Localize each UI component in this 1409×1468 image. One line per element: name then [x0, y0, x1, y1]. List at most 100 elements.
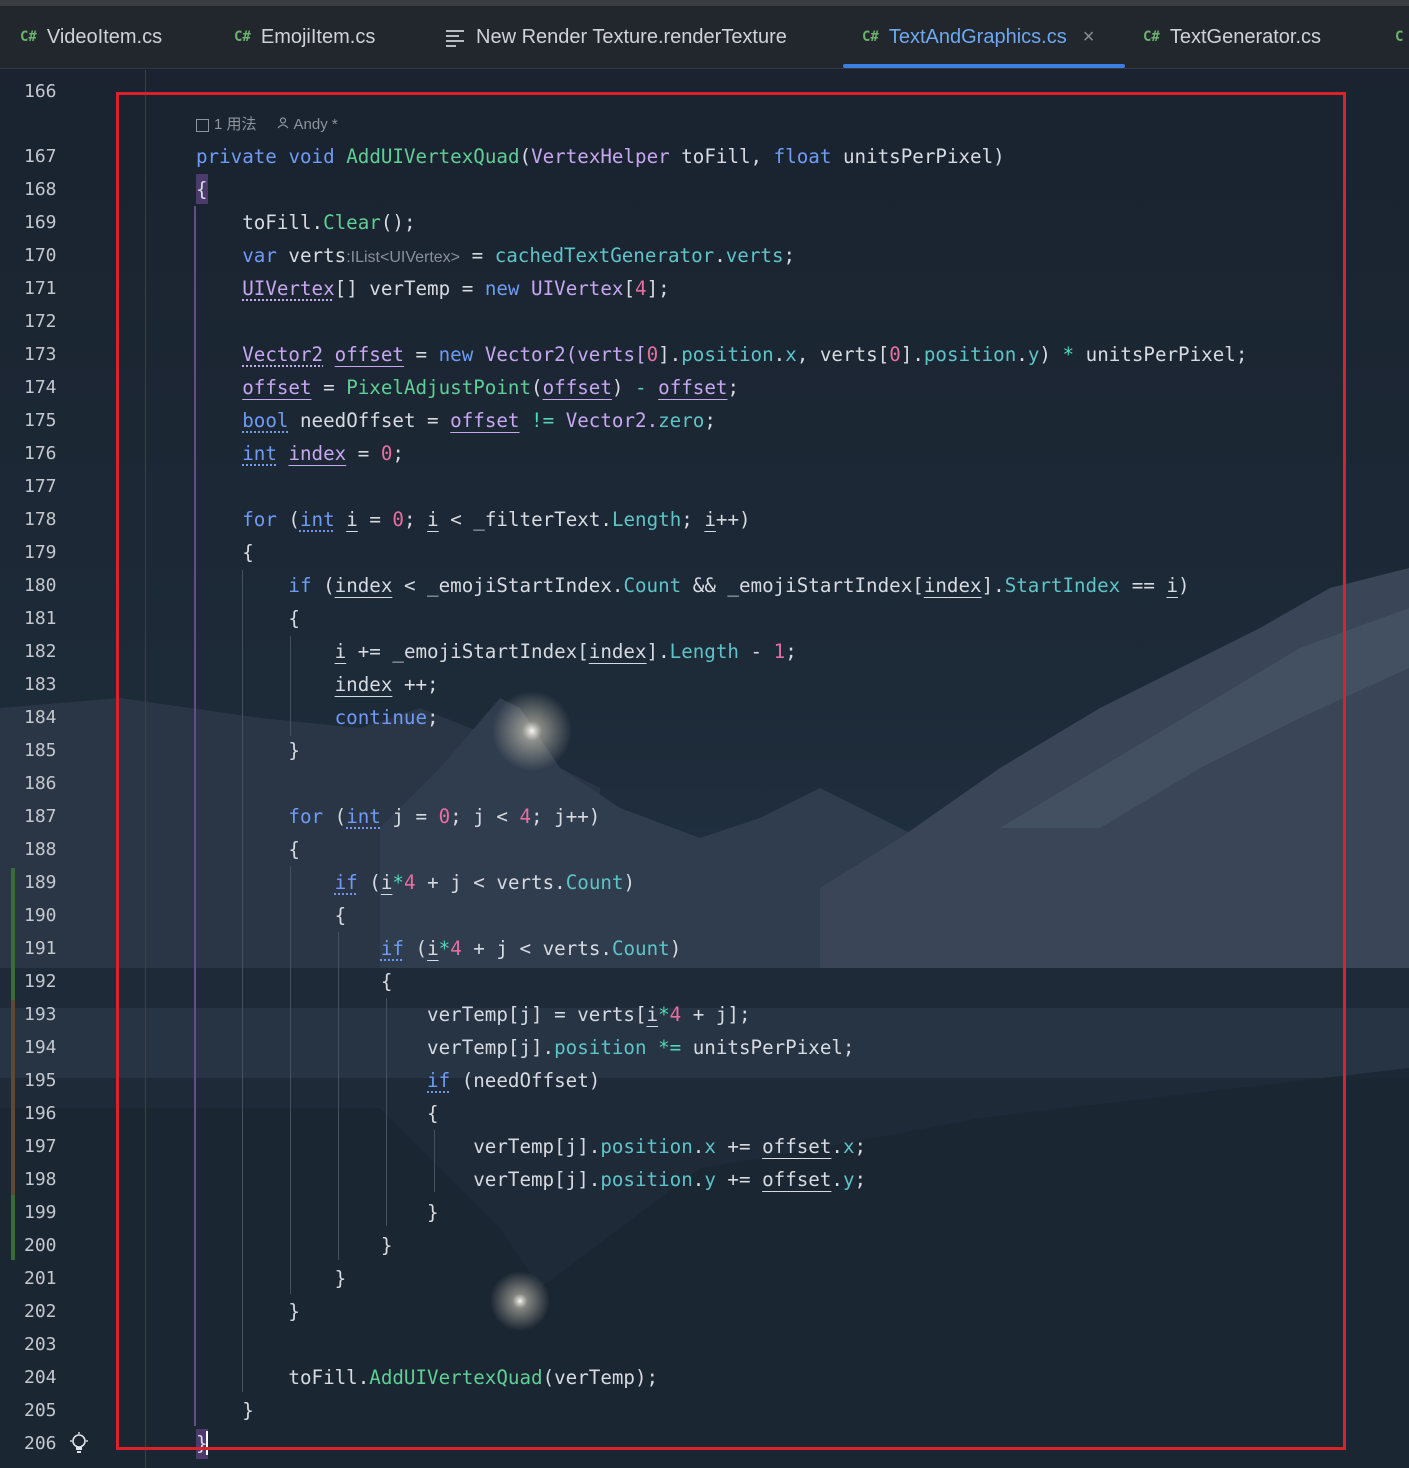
csharp-file-icon: C#: [1143, 29, 1160, 45]
code-line: int index = 0;: [242, 442, 404, 465]
line-number[interactable]: 201: [0, 1262, 110, 1295]
line-number[interactable]: 186: [0, 767, 110, 800]
code-line: {: [196, 904, 347, 927]
usages-icon: [196, 118, 209, 132]
gutter-separator: [145, 70, 146, 1468]
code-line: }: [196, 1300, 300, 1323]
line-number[interactable]: 202: [0, 1295, 110, 1328]
line-number[interactable]: 181: [0, 602, 110, 635]
code-line: for (int i = 0; i < _filterText.Length; …: [242, 508, 751, 531]
code-line: }: [196, 739, 300, 762]
line-number[interactable]: 171: [0, 272, 110, 305]
line-number[interactable]: 174: [0, 371, 110, 404]
code-line: verTemp[j].position.x += offset.x;: [196, 1135, 867, 1158]
line-number[interactable]: 185: [0, 734, 110, 767]
code-line: {: [196, 178, 208, 201]
tab-label: TextAndGraphics.cs: [888, 25, 1067, 48]
line-number[interactable]: 203: [0, 1328, 110, 1361]
code-line: offset = PixelAdjustPoint(offset) - offs…: [242, 376, 740, 399]
line-number[interactable]: 205: [0, 1394, 110, 1427]
line-number[interactable]: 190: [0, 899, 110, 932]
code-line: verTemp[j].position.y += offset.y;: [196, 1168, 867, 1191]
line-number[interactable]: 198: [0, 1163, 110, 1196]
line-number[interactable]: 178: [0, 503, 110, 536]
line-number[interactable]: 192: [0, 965, 110, 998]
tab-emojiitem[interactable]: C# EmojiItem.cs: [234, 6, 375, 68]
code-line: i += _emojiStartIndex[index].Length - 1;: [334, 640, 797, 663]
tab-label: VideoItem.cs: [46, 25, 163, 48]
code-line: {: [196, 607, 300, 630]
line-number[interactable]: 187: [0, 800, 110, 833]
tab-overflow[interactable]: C: [1395, 6, 1409, 68]
line-number[interactable]: 196: [0, 1097, 110, 1130]
code-line: if (needOffset): [427, 1069, 601, 1092]
code-line: }: [196, 1201, 439, 1224]
code-line: UIVertex[] verTemp = new UIVertex[4];: [242, 277, 670, 300]
tab-label: TextGenerator.cs: [1169, 25, 1322, 48]
code-line: {: [196, 541, 254, 564]
code-line: var verts:IList<UIVertex> = cachedTextGe…: [242, 244, 796, 267]
csharp-file-icon: C#: [862, 29, 879, 45]
code-line: if (i*4 + j < verts.Count): [380, 937, 682, 960]
code-line: }: [196, 1267, 347, 1290]
line-number[interactable]: 167: [0, 140, 110, 173]
code-line: continue;: [334, 706, 439, 729]
tab-textgenerator[interactable]: C# TextGenerator.cs: [1143, 6, 1321, 68]
text-caret: [206, 1431, 208, 1455]
code-line: }: [196, 1234, 393, 1257]
code-line: verTemp[j] = verts[i*4 + j];: [196, 1003, 751, 1026]
tab-label: New Render Texture.renderTexture: [476, 25, 787, 48]
tab-textandgraphics[interactable]: C# TextAndGraphics.cs ×: [862, 6, 1094, 68]
code-line: toFill.Clear();: [196, 211, 416, 234]
line-number[interactable]: 182: [0, 635, 110, 668]
author-name[interactable]: Andy *: [294, 112, 338, 138]
code-line: }: [196, 1399, 254, 1422]
tab-label: EmojiItem.cs: [260, 25, 376, 48]
code-line: if (index < _emojiStartIndex.Count && _e…: [288, 574, 1190, 597]
line-number[interactable]: 168: [0, 173, 110, 206]
line-number[interactable]: 184: [0, 701, 110, 734]
line-number[interactable]: 176: [0, 437, 110, 470]
line-number[interactable]: 172: [0, 305, 110, 338]
line-number[interactable]: 166: [0, 75, 110, 108]
line-number[interactable]: 183: [0, 668, 110, 701]
code-vision-hints[interactable]: 1 用法 Andy *: [196, 112, 338, 138]
line-number[interactable]: 200: [0, 1229, 110, 1262]
vcs-change-marker: [11, 1000, 15, 1195]
line-number[interactable]: 206: [0, 1427, 110, 1460]
close-icon[interactable]: ×: [1083, 26, 1095, 49]
line-number[interactable]: 188: [0, 833, 110, 866]
code-line: verTemp[j].position *= unitsPerPixel;: [196, 1036, 855, 1059]
lightbulb-icon[interactable]: [68, 1432, 90, 1454]
line-number[interactable]: 177: [0, 470, 110, 503]
line-number[interactable]: 199: [0, 1196, 110, 1229]
line-number[interactable]: 189: [0, 866, 110, 899]
csharp-file-icon: C: [1395, 29, 1404, 45]
code-line: bool needOffset = offset != Vector2.zero…: [242, 409, 716, 432]
editor-tab-bar: C# VideoItem.cs C# EmojiItem.cs New Rend…: [0, 6, 1409, 69]
code-line: if (i*4 + j < verts.Count): [334, 871, 636, 894]
line-number[interactable]: 179: [0, 536, 110, 569]
line-number[interactable]: 204: [0, 1361, 110, 1394]
code-line: {: [196, 970, 393, 993]
line-number[interactable]: 195: [0, 1064, 110, 1097]
active-tab-indicator: [843, 64, 1125, 68]
line-number[interactable]: 191: [0, 932, 110, 965]
usages-count[interactable]: 1 用法: [214, 112, 257, 138]
tab-videoitem[interactable]: C# VideoItem.cs: [20, 6, 162, 68]
tab-render-texture[interactable]: New Render Texture.renderTexture: [446, 6, 787, 68]
code-line: for (int j = 0; j < 4; j++): [288, 805, 601, 828]
line-number[interactable]: 194: [0, 1031, 110, 1064]
line-number[interactable]: 180: [0, 569, 110, 602]
code-line: {: [196, 1102, 439, 1125]
csharp-file-icon: C#: [20, 29, 37, 45]
code-line: toFill.AddUIVertexQuad(verTemp);: [196, 1366, 659, 1389]
line-number[interactable]: 173: [0, 338, 110, 371]
line-number[interactable]: 169: [0, 206, 110, 239]
text-file-icon: [446, 29, 466, 47]
line-number[interactable]: 175: [0, 404, 110, 437]
line-number[interactable]: 170: [0, 239, 110, 272]
line-number[interactable]: 197: [0, 1130, 110, 1163]
vcs-change-marker: [11, 1198, 15, 1260]
line-number[interactable]: 193: [0, 998, 110, 1031]
